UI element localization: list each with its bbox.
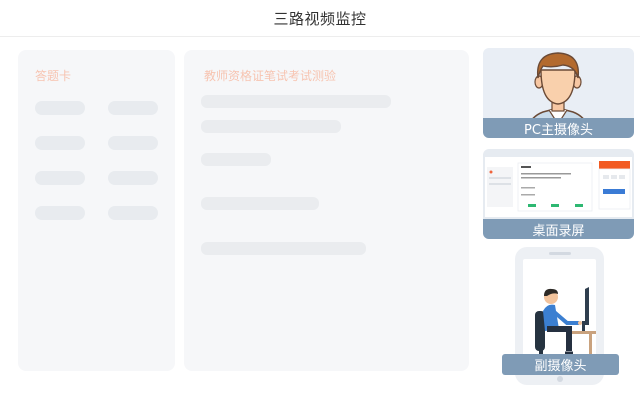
answer-card-placeholder xyxy=(35,206,85,220)
answer-card-panel: 答题卡 xyxy=(18,50,175,371)
page-title: 三路视频监控 xyxy=(273,9,367,28)
phone-home-button xyxy=(557,376,563,382)
pc-main-camera-feed[interactable]: PC主摄像头 xyxy=(483,48,634,138)
page-header: 三路视频监控 xyxy=(0,0,640,37)
option-placeholder xyxy=(201,197,319,210)
answer-card-placeholder xyxy=(35,101,85,115)
exam-panel: 教师资格证笔试考试测验 xyxy=(184,50,469,371)
answer-card-placeholder xyxy=(108,101,158,115)
pc-main-camera-label: PC主摄像头 xyxy=(483,118,634,138)
secondary-camera-label: 副摄像头 xyxy=(502,354,619,375)
question-placeholder xyxy=(201,120,341,133)
phone-speaker xyxy=(549,252,571,255)
answer-card-title: 答题卡 xyxy=(35,69,72,83)
desktop-recording-label: 桌面录屏 xyxy=(483,219,634,239)
answer-card-placeholder xyxy=(35,171,85,185)
question-placeholder xyxy=(201,95,391,108)
answer-card-placeholder xyxy=(108,171,158,185)
answer-card-placeholder xyxy=(35,136,85,150)
option-placeholder xyxy=(201,153,271,166)
answer-card-placeholder xyxy=(108,206,158,220)
answer-card-placeholder xyxy=(108,136,158,150)
option-placeholder xyxy=(201,242,366,255)
exam-title: 教师资格证笔试考试测验 xyxy=(204,69,337,83)
desktop-recording-feed[interactable]: 桌面录屏 xyxy=(483,149,634,239)
